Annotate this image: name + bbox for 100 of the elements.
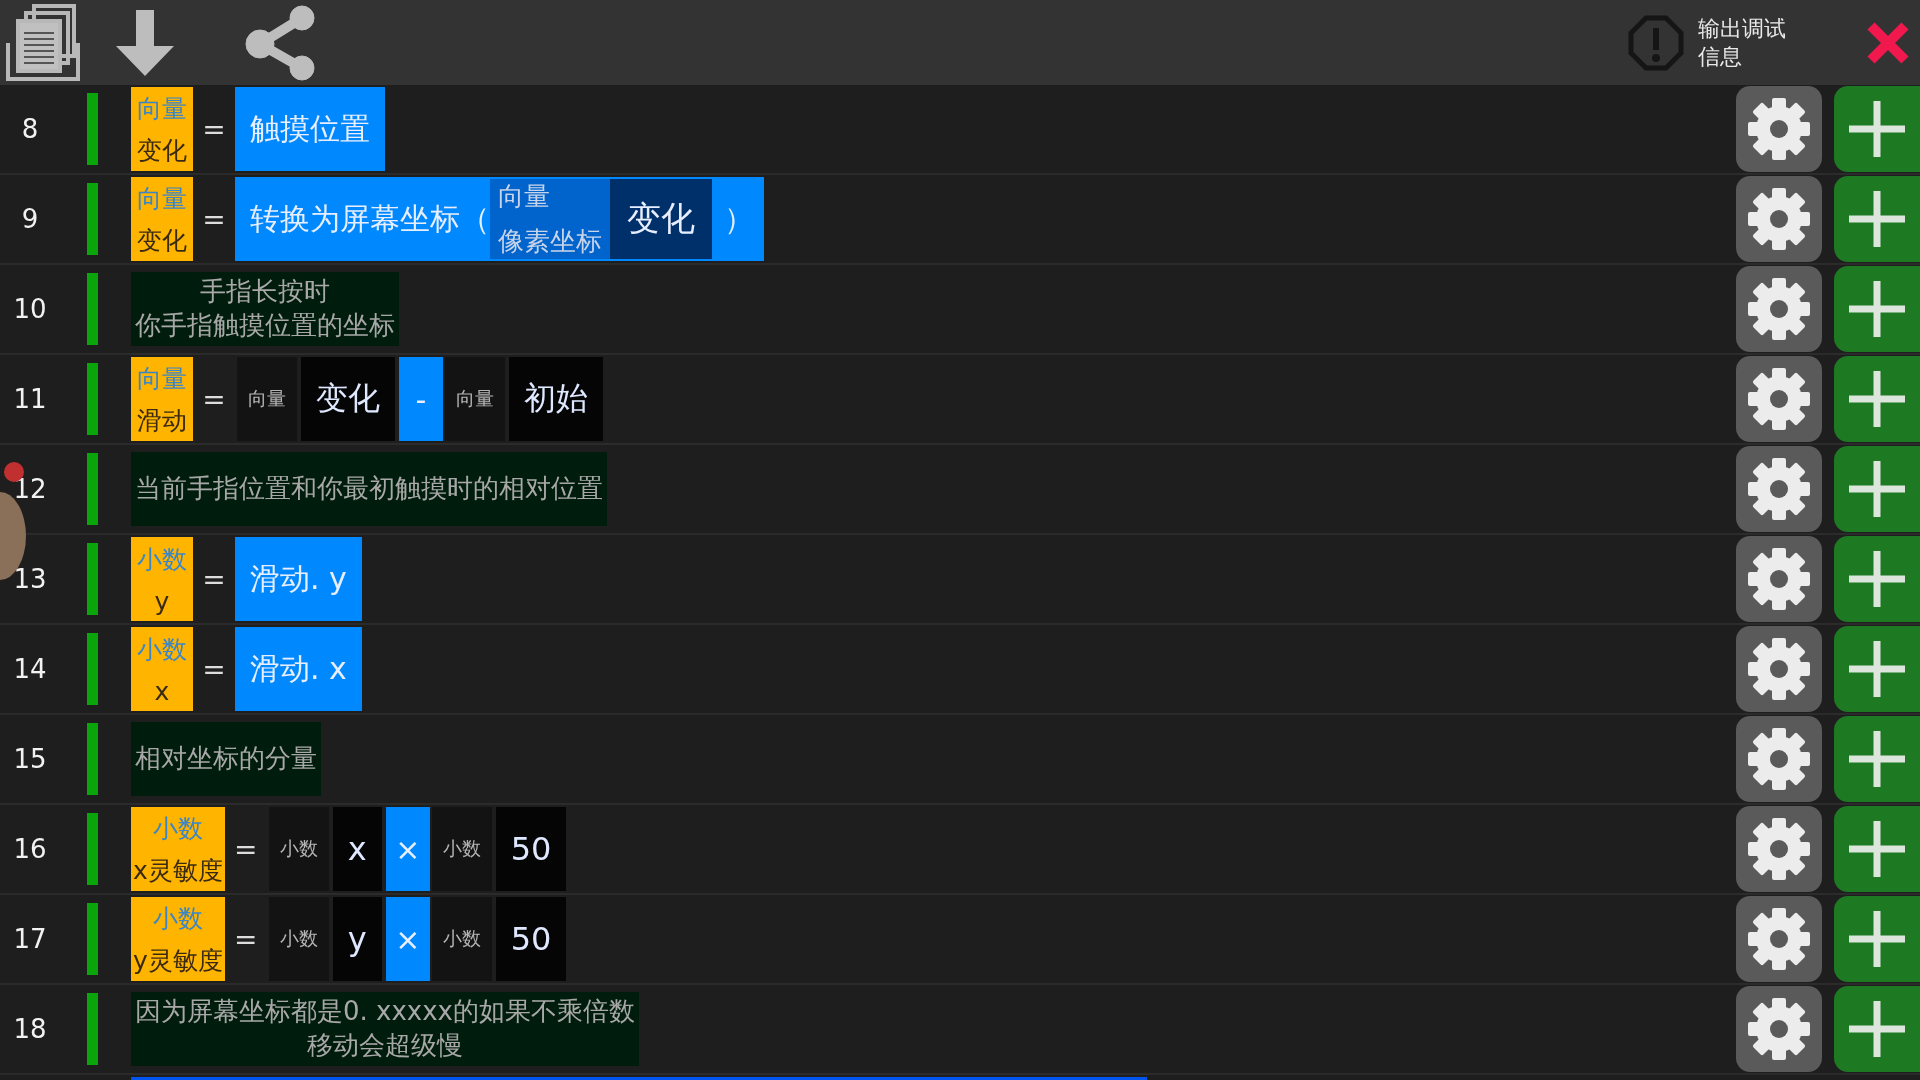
variable-type: 向量 (137, 362, 187, 395)
equals-sign: = (201, 112, 227, 146)
variable-name: y灵敏度 (133, 944, 223, 977)
value-block[interactable]: 初始 (509, 357, 603, 441)
argument-type-block[interactable]: 向量 像素坐标 (490, 179, 610, 259)
settings-button[interactable] (1736, 806, 1822, 892)
variable-name: 滑动 (137, 404, 187, 437)
gear-icon (1746, 276, 1812, 342)
gear-icon (1746, 186, 1812, 252)
variable-block[interactable]: 小数 x灵敏度 (131, 807, 225, 891)
gear-icon (1746, 366, 1812, 432)
variable-type: 向量 (137, 182, 187, 215)
line-number: 8 (20, 114, 40, 144)
value-block[interactable]: 变化 (301, 357, 395, 441)
variable-name: x (154, 676, 170, 706)
equals-sign: = (201, 562, 227, 596)
plus-icon (1849, 101, 1905, 157)
add-button[interactable] (1834, 266, 1920, 352)
type-label[interactable]: 向量 (445, 357, 505, 441)
value-block[interactable]: 50 (495, 897, 567, 981)
equals-sign: = (201, 202, 227, 236)
line-number: 10 (12, 294, 48, 324)
plus-icon (1849, 191, 1905, 247)
add-button[interactable] (1834, 806, 1920, 892)
type-label[interactable]: 小数 (431, 897, 492, 981)
argument-value[interactable]: 变化 (610, 179, 712, 259)
type-label[interactable]: 小数 (268, 897, 329, 981)
plus-icon (1849, 461, 1905, 517)
variable-block[interactable]: 小数 y灵敏度 (131, 897, 225, 981)
settings-button[interactable] (1736, 176, 1822, 262)
add-button[interactable] (1834, 356, 1920, 442)
line-number: 16 (12, 834, 48, 864)
settings-button[interactable] (1736, 356, 1822, 442)
comment-block[interactable]: 因为屏幕坐标都是0. xxxxx的如果不乘倍数 移动会超级慢 (131, 992, 639, 1066)
gear-icon (1746, 816, 1812, 882)
plus-icon (1849, 821, 1905, 877)
type-label[interactable]: 向量 (237, 357, 297, 441)
settings-button[interactable] (1736, 536, 1822, 622)
gear-icon (1746, 726, 1812, 792)
variable-block[interactable]: 小数 y (131, 537, 193, 621)
settings-button[interactable] (1736, 716, 1822, 802)
gear-icon (1746, 456, 1812, 522)
type-label[interactable]: 小数 (431, 807, 492, 891)
variable-block[interactable]: 向量 变化 (131, 177, 193, 261)
variable-name: y (154, 586, 170, 616)
settings-button[interactable] (1736, 446, 1822, 532)
plus-icon (1849, 731, 1905, 787)
debug-output-label[interactable]: 输出调试 信息 (1698, 15, 1838, 70)
comment-block[interactable]: 相对坐标的分量 (131, 722, 321, 796)
add-button[interactable] (1834, 716, 1920, 802)
variable-name: 变化 (137, 224, 187, 257)
plus-icon (1849, 641, 1905, 697)
settings-button[interactable] (1736, 266, 1822, 352)
argument-subtype: 像素坐标 (498, 225, 602, 258)
equals-sign: = (201, 382, 227, 416)
comment-block[interactable]: 当前手指位置和你最初触摸时的相对位置 (131, 452, 607, 526)
add-button[interactable] (1834, 446, 1920, 532)
line-number: 11 (12, 384, 48, 414)
gear-icon (1746, 996, 1812, 1062)
line-number: 18 (12, 1014, 48, 1044)
gear-icon (1746, 906, 1812, 972)
type-label[interactable]: 小数 (268, 807, 329, 891)
gear-icon (1746, 96, 1812, 162)
settings-button[interactable] (1736, 626, 1822, 712)
equals-sign: = (201, 652, 227, 686)
variable-block[interactable]: 向量 滑动 (131, 357, 193, 441)
line-number: 15 (12, 744, 48, 774)
variable-block[interactable]: 小数 x (131, 627, 193, 711)
plus-icon (1849, 911, 1905, 967)
equals-sign: = (233, 922, 259, 956)
add-button[interactable] (1834, 86, 1920, 172)
comment-block[interactable]: 手指长按时 你手指触摸位置的坐标 (131, 272, 399, 346)
add-button[interactable] (1834, 536, 1920, 622)
settings-button[interactable] (1736, 896, 1822, 982)
variable-type: 小数 (137, 543, 187, 576)
add-button[interactable] (1834, 626, 1920, 712)
line-number: 12 (12, 474, 48, 504)
plus-icon (1849, 281, 1905, 337)
value-block[interactable]: 50 (495, 807, 567, 891)
close-icon[interactable] (1866, 20, 1910, 65)
add-button[interactable] (1834, 896, 1920, 982)
variable-type: 小数 (152, 812, 203, 845)
line-number: 13 (12, 564, 48, 594)
line-number: 17 (12, 924, 48, 954)
variable-block[interactable]: 向量 变化 (131, 87, 193, 171)
settings-button[interactable] (1736, 986, 1822, 1072)
add-button[interactable] (1834, 176, 1920, 262)
documents-icon[interactable] (4, 2, 82, 83)
value-block[interactable]: y (332, 897, 382, 981)
variable-type: 小数 (137, 633, 187, 666)
variable-type: 小数 (152, 902, 203, 935)
add-button[interactable] (1834, 986, 1920, 1072)
line-number: 14 (12, 654, 48, 684)
share-icon[interactable] (244, 3, 318, 82)
variable-name: 变化 (137, 134, 187, 167)
gear-icon (1746, 546, 1812, 612)
settings-button[interactable] (1736, 86, 1822, 172)
plus-icon (1849, 1001, 1905, 1057)
value-block[interactable]: x (332, 807, 382, 891)
plus-icon (1849, 551, 1905, 607)
